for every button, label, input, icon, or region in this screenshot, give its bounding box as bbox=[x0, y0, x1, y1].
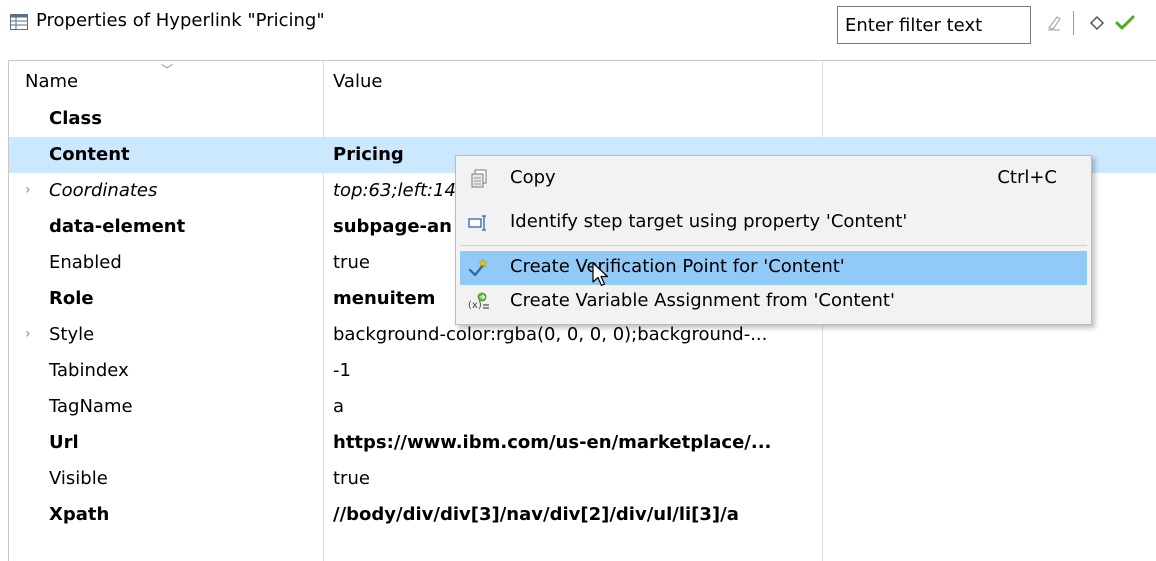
expand-chevron-icon[interactable]: › bbox=[25, 326, 31, 342]
table-row[interactable]: Xpath //body/div/div[3]/nav/div[2]/div/u… bbox=[9, 497, 1156, 533]
property-name: Coordinates bbox=[49, 180, 158, 201]
property-name: data-element bbox=[49, 216, 186, 237]
property-name: Xpath bbox=[49, 504, 110, 525]
table-row[interactable]: Class bbox=[9, 101, 1156, 137]
property-name: Content bbox=[49, 144, 130, 165]
menu-item-create-verification-point[interactable]: Create Verification Point for 'Content' bbox=[460, 251, 1087, 285]
copy-icon bbox=[468, 168, 490, 190]
menu-item-label: Create Verification Point for 'Content' bbox=[510, 256, 845, 277]
view-title: Properties of Hyperlink "Pricing" bbox=[36, 10, 325, 31]
property-name: TagName bbox=[49, 396, 133, 417]
identify-target-icon bbox=[468, 212, 490, 234]
menu-item-shortcut: Ctrl+C bbox=[997, 167, 1057, 188]
property-value: https://www.ibm.com/us-en/marketplace/..… bbox=[333, 432, 772, 453]
table-row[interactable]: TagName a bbox=[9, 389, 1156, 425]
property-value: true bbox=[333, 468, 370, 489]
table-header: ﹀ Name Value bbox=[9, 61, 1156, 101]
sort-chevron-icon[interactable]: ﹀ bbox=[161, 61, 173, 78]
verification-point-icon bbox=[468, 257, 490, 279]
property-value: a bbox=[333, 396, 345, 417]
property-name: Style bbox=[49, 324, 95, 345]
property-name: Role bbox=[49, 288, 94, 309]
check-icon[interactable] bbox=[1114, 12, 1136, 34]
menu-item-copy[interactable]: Copy Ctrl+C bbox=[460, 162, 1087, 196]
property-value: background-color:rgba(0, 0, 0, 0);backgr… bbox=[333, 324, 768, 345]
menu-item-identify-step-target[interactable]: Identify step target using property 'Con… bbox=[460, 206, 1087, 240]
menu-item-create-variable-assignment[interactable]: (x) Create Variable Assignment from 'Con… bbox=[460, 285, 1087, 319]
filter-input[interactable] bbox=[837, 6, 1031, 44]
table-row[interactable]: Tabindex -1 bbox=[9, 353, 1156, 389]
mouse-cursor-icon bbox=[592, 262, 610, 293]
view-header: Properties of Hyperlink "Pricing" bbox=[0, 0, 1156, 50]
property-name: Class bbox=[49, 108, 102, 129]
property-name: Url bbox=[49, 432, 79, 453]
menu-item-label: Copy bbox=[510, 167, 556, 188]
property-name: Visible bbox=[49, 468, 108, 489]
menu-item-label: Identify step target using property 'Con… bbox=[510, 211, 908, 232]
property-value: //body/div/div[3]/nav/div[2]/div/ul/li[3… bbox=[333, 504, 739, 525]
property-name: Enabled bbox=[49, 252, 122, 273]
property-value: -1 bbox=[333, 360, 351, 381]
column-header-name[interactable]: Name bbox=[25, 71, 78, 92]
menu-item-label: Create Variable Assignment from 'Content… bbox=[510, 290, 895, 311]
properties-table-icon bbox=[10, 13, 28, 31]
table-row[interactable]: Visible true bbox=[9, 461, 1156, 497]
table-row[interactable]: Url https://www.ibm.com/us-en/marketplac… bbox=[9, 425, 1156, 461]
toolbar-separator bbox=[1073, 11, 1074, 35]
property-name: Tabindex bbox=[49, 360, 129, 381]
diamond-icon[interactable] bbox=[1086, 12, 1108, 34]
svg-text:(x): (x) bbox=[468, 300, 482, 311]
expand-chevron-icon[interactable]: › bbox=[25, 182, 31, 198]
clear-filter-icon[interactable] bbox=[1043, 12, 1065, 34]
column-header-value[interactable]: Value bbox=[333, 71, 382, 92]
context-menu: Copy Ctrl+C Identify step target using p… bbox=[455, 155, 1092, 325]
variable-assignment-icon: (x) bbox=[468, 291, 490, 313]
menu-separator bbox=[460, 245, 1087, 246]
